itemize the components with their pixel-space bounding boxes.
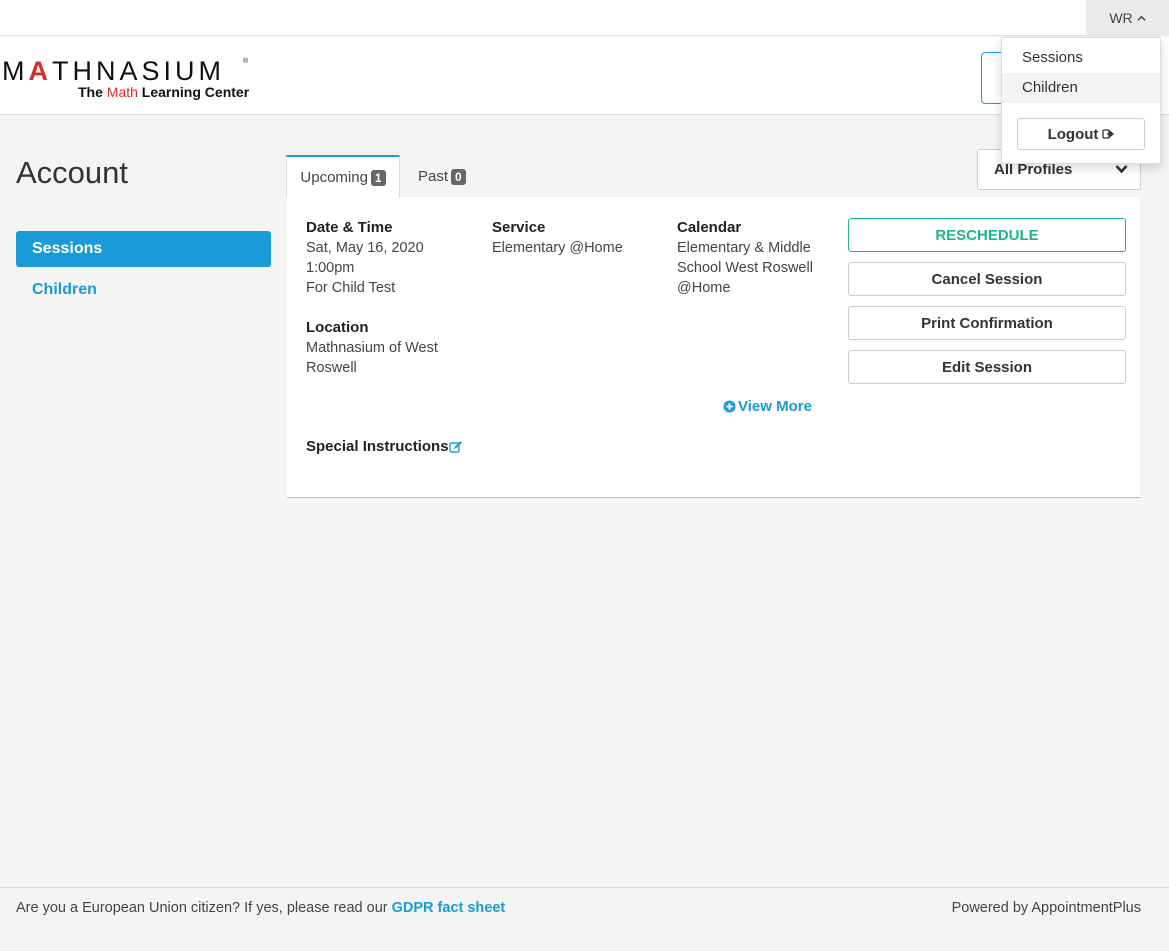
count-badge: 0 xyxy=(451,168,466,185)
cancel-session-button[interactable]: Cancel Session xyxy=(848,262,1126,296)
service-value: Elementary @Home xyxy=(492,240,623,256)
logout-label: Logout xyxy=(1047,125,1099,143)
location-line: Mathnasium of West xyxy=(306,340,438,356)
gdpr-link[interactable]: GDPR fact sheet xyxy=(392,900,506,916)
registered-mark: ® xyxy=(243,58,249,65)
edit-session-button[interactable]: Edit Session xyxy=(848,350,1126,384)
view-more-link[interactable]: View More xyxy=(723,398,812,415)
location-heading: Location xyxy=(306,319,369,336)
tab-label: Upcoming xyxy=(300,169,368,186)
sign-out-icon xyxy=(1102,129,1115,139)
sidebar-item-children[interactable]: Children xyxy=(16,272,271,308)
session-card: Date & Time Sat, May 16, 2020 1:00pm For… xyxy=(287,197,1140,498)
print-confirmation-button[interactable]: Print Confirmation xyxy=(848,306,1126,340)
sidebar-item-sessions[interactable]: Sessions xyxy=(16,231,271,267)
powered-by: Powered by AppointmentPlus xyxy=(951,900,1141,916)
calendar-heading: Calendar xyxy=(677,219,742,236)
calendar-line: @Home xyxy=(677,280,731,296)
count-badge: 1 xyxy=(370,169,386,186)
chevron-up-icon xyxy=(1137,15,1146,21)
plus-circle-icon xyxy=(723,400,736,413)
user-menu-toggle[interactable]: WR xyxy=(1086,0,1169,36)
calendar-line: Elementary & Middle xyxy=(677,240,811,256)
service-heading: Service xyxy=(492,219,546,236)
gdpr-notice: Are you a European Union citizen? If yes… xyxy=(16,900,505,916)
logo-wordmark: MATHNASIUM xyxy=(2,56,225,86)
location-line: Roswell xyxy=(306,360,357,376)
chevron-down-icon xyxy=(1115,165,1128,174)
user-dropdown-menu: Sessions Children Logout xyxy=(1001,37,1161,164)
top-bar: WR xyxy=(0,0,1169,36)
menu-item-children[interactable]: Children xyxy=(1002,73,1160,103)
user-initials: WR xyxy=(1109,10,1133,26)
menu-item-sessions[interactable]: Sessions xyxy=(1002,43,1160,73)
tab-label: Past xyxy=(418,168,449,185)
page-title: Account xyxy=(16,155,129,190)
calendar-line: School West Roswell xyxy=(677,260,813,276)
gdpr-text: Are you a European Union citizen? If yes… xyxy=(16,900,392,916)
site-header: MATHNASIUM ® The Math Learning Center xyxy=(0,37,1169,115)
logo-tagline: The Math Learning Center xyxy=(78,84,250,100)
session-time: 1:00pm xyxy=(306,260,355,276)
logout-button[interactable]: Logout xyxy=(1017,118,1145,150)
mathnasium-logo[interactable]: MATHNASIUM ® The Math Learning Center xyxy=(0,40,260,110)
calendar-value: Elementary & Middle School West Roswell … xyxy=(677,238,813,298)
special-instructions: Special Instructions xyxy=(306,438,463,455)
tab-past[interactable]: Past 0 xyxy=(418,155,466,198)
special-instructions-label: Special Instructions xyxy=(306,438,449,455)
edit-icon[interactable] xyxy=(448,440,463,454)
reschedule-button[interactable]: RESCHEDULE xyxy=(848,218,1126,252)
site-footer: Are you a European Union citizen? If yes… xyxy=(0,887,1169,951)
location-value: Mathnasium of West Roswell xyxy=(306,338,438,378)
session-for: For Child Test xyxy=(306,280,396,296)
datetime-value: Sat, May 16, 2020 1:00pm For Child Test xyxy=(306,238,424,298)
session-date: Sat, May 16, 2020 xyxy=(306,240,424,256)
tab-upcoming[interactable]: Upcoming 1 xyxy=(286,155,400,198)
datetime-heading: Date & Time xyxy=(306,219,393,236)
view-more-label: View More xyxy=(738,398,812,415)
